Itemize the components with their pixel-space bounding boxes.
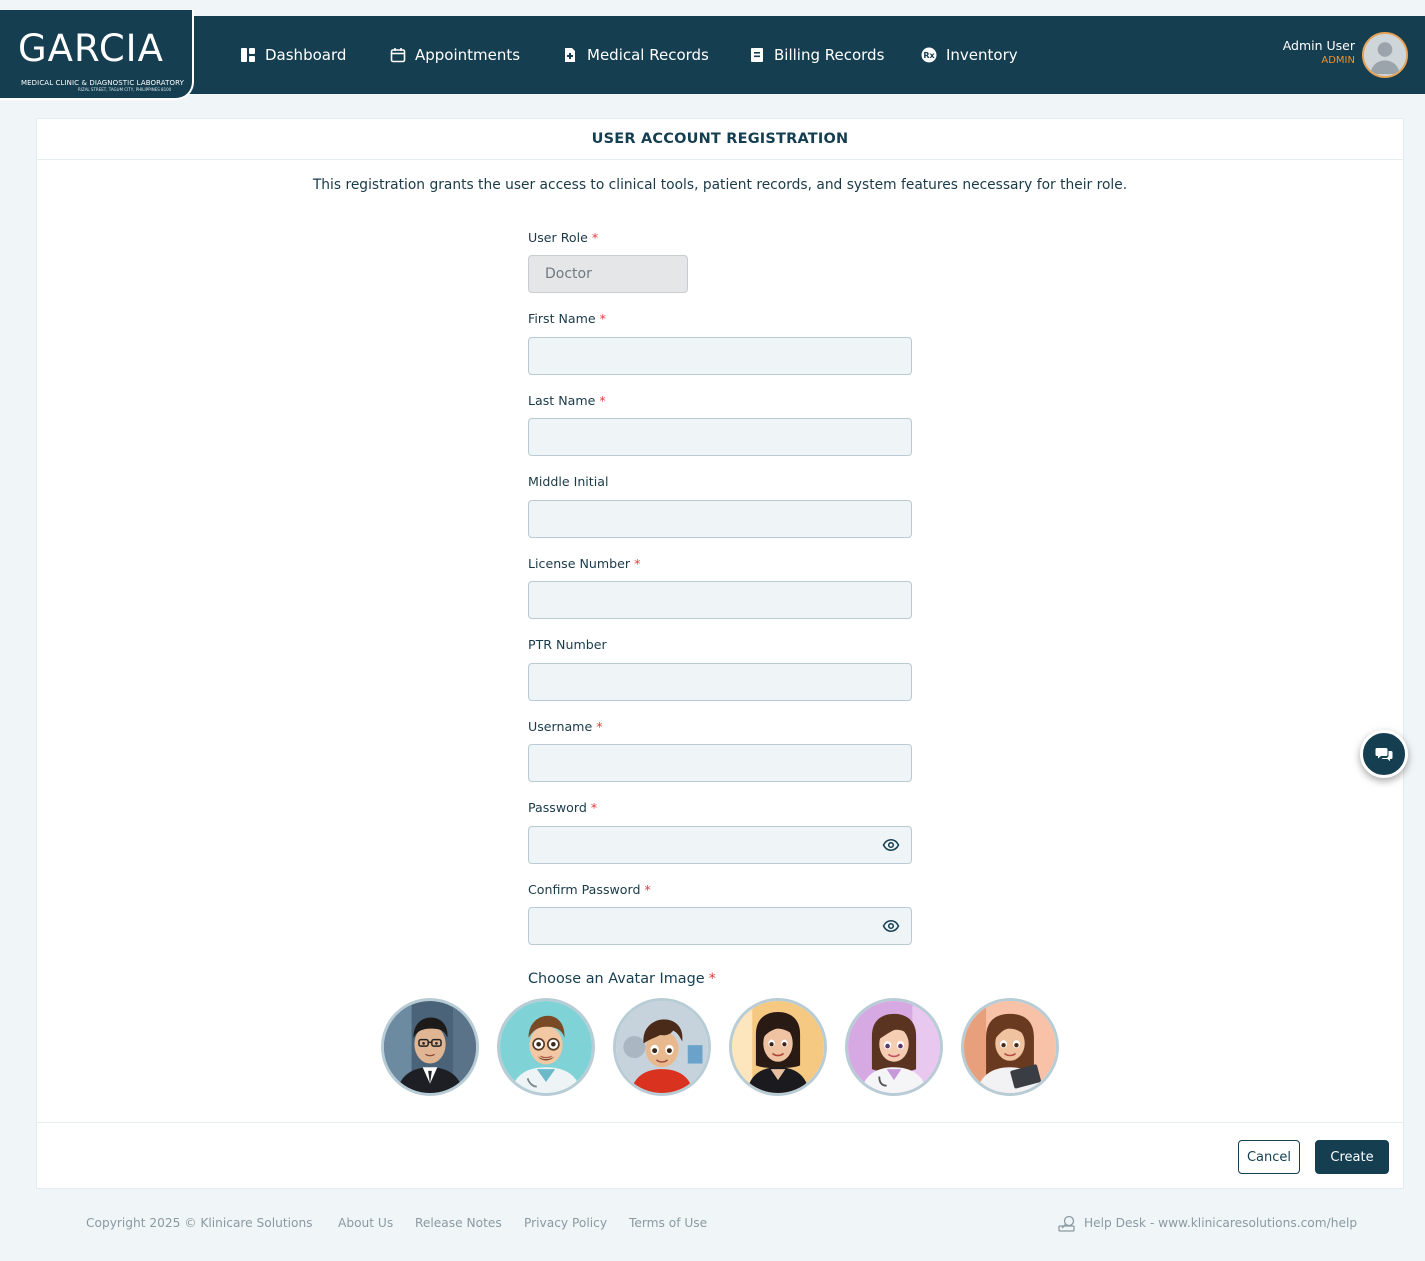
registration-card: USER ACCOUNT REGISTRATION This registrat… <box>36 118 1404 1189</box>
nav-item-dashboard[interactable]: Dashboard <box>240 16 346 94</box>
nav-item-appointments[interactable]: Appointments <box>390 16 520 94</box>
license-number-label: License Number * <box>528 556 641 571</box>
logo-subtitle: MEDICAL CLINIC & DIAGNOSTIC LABORATORY <box>21 79 184 87</box>
avatar-option-woman-clipboard[interactable] <box>961 998 1059 1096</box>
username-label: Username * <box>528 719 603 734</box>
avatar-option-doctor-glasses[interactable] <box>497 998 595 1096</box>
user-role-label: User Role * <box>528 230 599 245</box>
confirm-password-label: Confirm Password * <box>528 882 651 897</box>
copyright-text: Copyright 2025 © Klinicare Solutions <box>86 1216 313 1230</box>
user-info[interactable]: Admin User ADMIN <box>1283 38 1355 68</box>
avatar-option-woman-business[interactable] <box>729 998 827 1096</box>
footer-link-about-us[interactable]: About Us <box>338 1216 393 1230</box>
avatar-doctor-glasses-image <box>500 1001 592 1093</box>
cancel-button[interactable]: Cancel <box>1238 1140 1300 1174</box>
nav-label: Dashboard <box>265 46 347 64</box>
user-name: Admin User <box>1282 38 1355 53</box>
footer-link-privacy-policy[interactable]: Privacy Policy <box>524 1216 607 1230</box>
avatar-woman-doctor-image <box>848 1001 940 1093</box>
last-name-label: Last Name * <box>528 393 606 408</box>
form-title: USER ACCOUNT REGISTRATION <box>37 119 1403 160</box>
avatar-boy-image <box>616 1001 708 1093</box>
user-role: ADMIN <box>1321 55 1355 66</box>
rx-icon: Rx <box>921 47 937 63</box>
user-silhouette-icon <box>1364 34 1406 76</box>
avatar-option-man-suit[interactable] <box>381 998 479 1096</box>
clinic-logo[interactable]: GARCIA MEDICAL CLINIC & DIAGNOSTIC LABOR… <box>0 10 194 100</box>
chat-icon <box>1375 748 1393 762</box>
avatar-option-boy[interactable] <box>613 998 711 1096</box>
username-input[interactable] <box>528 744 912 782</box>
middle-initial-input[interactable] <box>528 500 912 538</box>
nav-item-billing-records[interactable]: Billing Records <box>749 16 884 94</box>
confirm-password-input[interactable] <box>528 907 912 945</box>
nav-label: Medical Records <box>587 46 709 64</box>
logo-address: RIZAL STREET, TAGUM CITY, PHILIPPINES 81… <box>78 87 172 92</box>
nav-label: Billing Records <box>774 46 885 64</box>
show-confirm-password-eye-icon[interactable] <box>882 917 900 935</box>
first-name-input[interactable] <box>528 337 912 375</box>
nav-item-inventory[interactable]: Rx Inventory <box>921 16 1018 94</box>
footer-link-terms-of-use[interactable]: Terms of Use <box>629 1216 707 1230</box>
middle-initial-label: Middle Initial <box>528 474 609 489</box>
ptr-number-label: PTR Number <box>528 637 607 652</box>
password-input[interactable] <box>528 826 912 864</box>
form-intro: This registration grants the user access… <box>312 177 1128 193</box>
user-avatar[interactable] <box>1362 32 1408 78</box>
user-role-value: Doctor <box>545 266 592 282</box>
avatar-woman-clipboard-image <box>964 1001 1056 1093</box>
dashboard-icon <box>241 48 255 62</box>
avatar-option-woman-doctor[interactable] <box>845 998 943 1096</box>
chat-button[interactable] <box>1360 730 1408 778</box>
form-actions: Cancel Create <box>37 1122 1403 1189</box>
user-role-select[interactable]: Doctor <box>528 255 688 293</box>
first-name-label: First Name * <box>528 311 606 326</box>
last-name-input[interactable] <box>528 418 912 456</box>
calendar-icon <box>390 48 406 63</box>
avatar-choice-label: Choose an Avatar Image * <box>528 971 716 987</box>
help-desk-link[interactable]: Help Desk - www.klinicaresolutions.com/h… <box>1084 1216 1357 1230</box>
nav-item-medical-records[interactable]: Medical Records <box>562 16 709 94</box>
medical-file-icon <box>565 48 575 62</box>
create-button[interactable]: Create <box>1315 1140 1389 1174</box>
show-password-eye-icon[interactable] <box>882 836 900 854</box>
svg-text:Rx: Rx <box>923 51 935 60</box>
logo-name: GARCIA <box>18 27 164 70</box>
avatar-options <box>381 998 1061 1098</box>
billing-icon <box>751 48 763 62</box>
help-desk-icon <box>1058 1215 1075 1232</box>
nav-label: Appointments <box>415 46 521 64</box>
license-number-input[interactable] <box>528 581 912 619</box>
avatar-woman-business-image <box>732 1001 824 1093</box>
nav-label: Inventory <box>946 46 1018 64</box>
ptr-number-input[interactable] <box>528 663 912 701</box>
password-label: Password * <box>528 800 598 815</box>
footer-link-release-notes[interactable]: Release Notes <box>415 1216 502 1230</box>
avatar-man-suit-image <box>384 1001 476 1093</box>
page-footer: Copyright 2025 © Klinicare Solutions Abo… <box>0 1215 1425 1234</box>
